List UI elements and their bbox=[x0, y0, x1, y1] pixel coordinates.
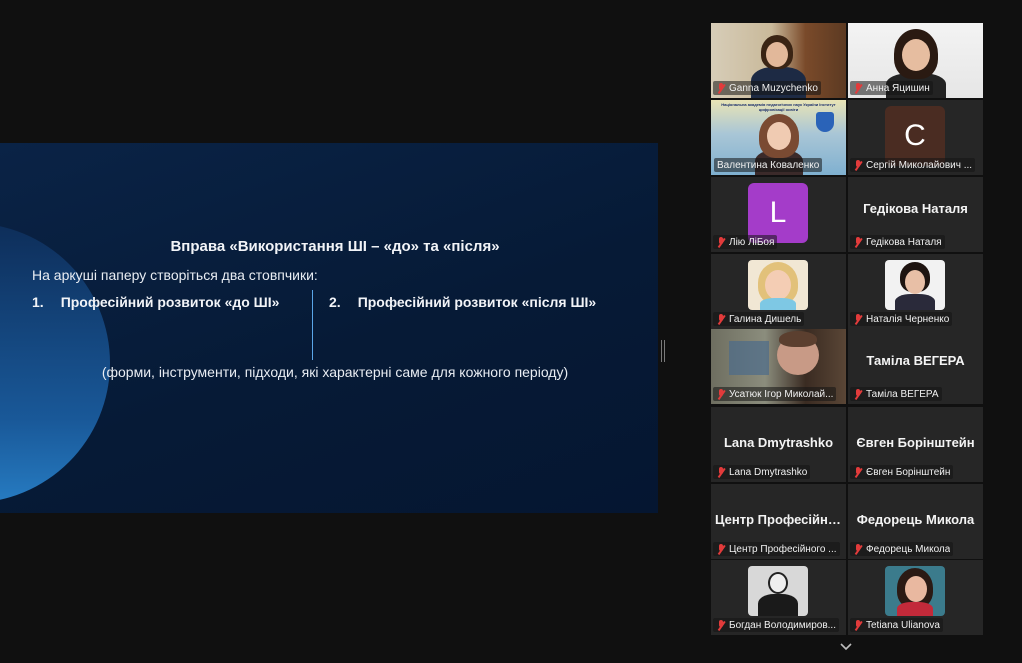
mic-muted-icon bbox=[853, 236, 863, 248]
column-number: 1. bbox=[32, 294, 44, 310]
participant-display-name: Федорець Микола bbox=[856, 512, 975, 527]
participant-name-bar: Богдан Володимиров... bbox=[713, 618, 839, 632]
participant-name: Валентина Коваленко bbox=[717, 159, 820, 171]
participant-photo bbox=[885, 260, 945, 310]
mic-muted-icon bbox=[716, 543, 726, 555]
participant-name: Євген Борінштейн bbox=[866, 466, 951, 478]
participant-name: Лію ЛіБоя bbox=[729, 236, 775, 248]
chevron-down-icon[interactable] bbox=[840, 641, 852, 653]
mic-muted-icon bbox=[853, 543, 863, 555]
panel-resize-handle[interactable] bbox=[661, 340, 665, 362]
participant-name-bar: Лію ЛіБоя bbox=[713, 235, 778, 249]
virtual-background-banner: Національна академія педагогічних наук У… bbox=[721, 102, 836, 112]
participant-name-bar: Усатюк Ігор Миколай... bbox=[713, 387, 837, 401]
participant-name-bar: Центр Професійного ... bbox=[713, 542, 840, 556]
slide-intro: На аркуші паперу створіться два стовпчик… bbox=[32, 267, 318, 283]
mic-muted-icon bbox=[853, 619, 863, 631]
participant-name-bar: Таміла ВЕГЕРА bbox=[850, 387, 942, 401]
mic-muted-icon bbox=[853, 466, 863, 478]
participant-avatar: C bbox=[885, 106, 945, 166]
participant-name: Наталія Черненко bbox=[866, 313, 950, 325]
column-label: Професійний розвиток «до ШІ» bbox=[60, 294, 280, 310]
participant-name: Lana Dmytrashko bbox=[729, 466, 808, 478]
participant-display-name: Євген Борінштейн bbox=[856, 435, 975, 450]
participant-name-bar: Федорець Микола bbox=[850, 542, 954, 556]
slide-column-after: 2. Професійний розвиток «після ШІ» bbox=[329, 294, 596, 310]
participant-display-name: Гедікова Наталя bbox=[863, 201, 968, 216]
participant-display-name: Lana Dmytrashko bbox=[723, 435, 834, 450]
participant-tile[interactable]: Ganna Muzychenko bbox=[711, 23, 846, 98]
participant-name-bar: Ganna Muzychenko bbox=[713, 81, 821, 95]
participant-tile[interactable]: Анна Яцишин bbox=[848, 23, 983, 98]
mic-muted-icon bbox=[716, 82, 726, 94]
participant-name-bar: Наталія Черненко bbox=[850, 312, 953, 326]
participant-name: Анна Яцишин bbox=[866, 82, 930, 94]
mic-muted-icon bbox=[853, 388, 863, 400]
mic-muted-icon bbox=[716, 466, 726, 478]
participant-tile[interactable]: L Лію ЛіБоя bbox=[711, 177, 846, 252]
participant-photo bbox=[748, 260, 808, 310]
participant-tile[interactable]: Lana Dmytrashko Lana Dmytrashko bbox=[711, 407, 846, 482]
participant-display-name: Таміла ВЕГЕРА bbox=[866, 353, 965, 368]
participant-tile[interactable]: Усатюк Ігор Миколай... bbox=[711, 329, 846, 404]
participant-name-bar: Євген Борінштейн bbox=[850, 465, 954, 479]
slide-decoration bbox=[0, 223, 110, 503]
mic-muted-icon bbox=[716, 236, 726, 248]
participant-tile[interactable]: Наталія Черненко bbox=[848, 254, 983, 329]
participant-photo bbox=[748, 566, 808, 616]
shared-screen-slide: Вправа «Використання ШІ – «до» та «після… bbox=[0, 143, 658, 513]
participant-name: Усатюк Ігор Миколай... bbox=[729, 388, 834, 400]
participant-tile[interactable]: Євген Борінштейн Євген Борінштейн bbox=[848, 407, 983, 482]
participant-name-bar: Галина Дишель bbox=[713, 312, 805, 326]
participant-name: Таміла ВЕГЕРА bbox=[866, 388, 939, 400]
participant-name: Сергій Миколайович ... bbox=[866, 159, 973, 171]
mic-muted-icon bbox=[716, 313, 726, 325]
participant-tile[interactable]: Федорець Микола Федорець Микола bbox=[848, 484, 983, 559]
participant-name-bar: Lana Dmytrashko bbox=[713, 465, 811, 479]
participant-tile[interactable]: Таміла ВЕГЕРА Таміла ВЕГЕРА bbox=[848, 329, 983, 404]
participant-gallery[interactable]: Ganna Muzychenko Анна Яцишин Національна… bbox=[711, 23, 983, 635]
participant-tile[interactable]: Галина Дишель bbox=[711, 254, 846, 329]
participant-photo bbox=[885, 566, 945, 616]
participant-name-bar: Tetiana Ulianova bbox=[850, 618, 943, 632]
participant-tile[interactable]: Tetiana Ulianova bbox=[848, 560, 983, 635]
slide-footnote: (форми, інструменти, підходи, які характ… bbox=[101, 364, 569, 380]
participant-tile[interactable]: C Сергій Миколайович ... bbox=[848, 100, 983, 175]
column-divider bbox=[312, 290, 313, 360]
participant-name: Богдан Володимиров... bbox=[729, 619, 836, 631]
participant-tile[interactable]: Центр Професійного Центр Професійного ..… bbox=[711, 484, 846, 559]
participant-display-name: Центр Професійного bbox=[715, 512, 846, 527]
participant-name: Tetiana Ulianova bbox=[866, 619, 940, 631]
participant-name: Ganna Muzychenko bbox=[729, 82, 818, 94]
participant-avatar: L bbox=[748, 183, 808, 243]
mic-muted-icon bbox=[716, 619, 726, 631]
mic-muted-icon bbox=[853, 313, 863, 325]
participant-name-bar: Гедікова Наталя bbox=[850, 235, 945, 249]
column-number: 2. bbox=[329, 294, 341, 310]
participant-tile-active-speaker[interactable]: Національна академія педагогічних наук У… bbox=[711, 100, 846, 175]
mic-muted-icon bbox=[853, 82, 863, 94]
slide-title: Вправа «Використання ШІ – «до» та «після… bbox=[170, 238, 500, 255]
participant-tile[interactable]: Гедікова Наталя Гедікова Наталя bbox=[848, 177, 983, 252]
participant-name-bar: Анна Яцишин bbox=[850, 81, 933, 95]
participant-name-bar: Сергій Миколайович ... bbox=[850, 158, 976, 172]
participant-tile[interactable]: Богдан Володимиров... bbox=[711, 560, 846, 635]
participant-name: Галина Дишель bbox=[729, 313, 802, 325]
participant-name: Центр Професійного ... bbox=[729, 543, 837, 555]
mic-muted-icon bbox=[716, 388, 726, 400]
participant-name: Федорець Микола bbox=[866, 543, 951, 555]
emblem-icon bbox=[816, 112, 834, 132]
participant-name: Гедікова Наталя bbox=[866, 236, 942, 248]
participant-name-bar: Валентина Коваленко bbox=[714, 158, 823, 172]
slide-column-before: 1. Професійний розвиток «до ШІ» bbox=[32, 294, 279, 310]
column-label: Професійний розвиток «після ШІ» bbox=[357, 294, 597, 310]
mic-muted-icon bbox=[853, 159, 863, 171]
